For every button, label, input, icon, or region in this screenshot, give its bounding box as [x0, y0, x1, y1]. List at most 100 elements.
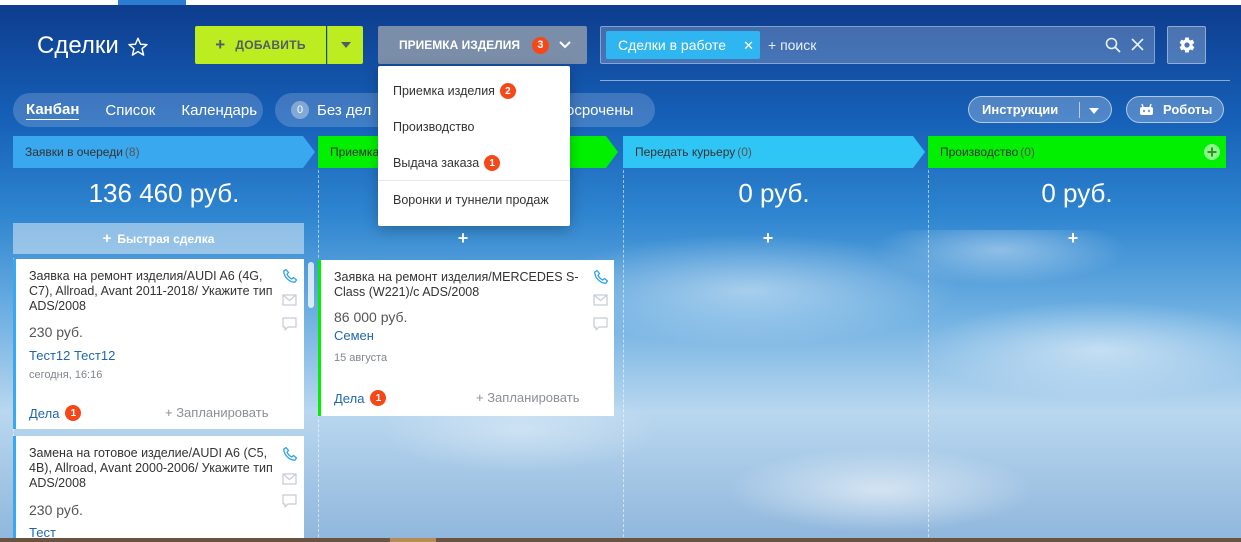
column-header-shape-2b	[570, 136, 618, 168]
add-dropdown-button[interactable]	[327, 26, 363, 64]
phone-icon[interactable]	[593, 269, 609, 285]
caret-down-icon[interactable]	[1089, 108, 1099, 114]
quick-deal-button[interactable]: + Быстрая сделка	[13, 223, 304, 254]
menu-item-badge: 1	[484, 155, 501, 171]
column-header-courier[interactable]: Передать курьеру (0)	[623, 136, 913, 168]
filter-search-bar[interactable]: Сделки в работе ✕ + поиск	[600, 26, 1155, 64]
robots-button[interactable]: Роботы	[1126, 96, 1224, 123]
menu-divider	[378, 180, 570, 181]
menu-item-label: Производство	[393, 120, 475, 134]
menu-item-production[interactable]: Производство	[393, 120, 475, 134]
add-column-icon[interactable]	[1203, 143, 1221, 161]
column-header-acceptance[interactable]: Приемка	[318, 136, 378, 168]
chat-icon[interactable]	[282, 317, 297, 331]
settings-button[interactable]	[1167, 26, 1206, 64]
tasks-label: Дела	[334, 390, 365, 406]
column-title: Передать курьеру	[635, 145, 736, 159]
tab-calendar[interactable]: Календарь	[181, 102, 257, 119]
column-scrollbar[interactable]	[308, 262, 314, 308]
overdue-filter[interactable]: осрочены	[566, 102, 633, 119]
menu-item-sales-funnels[interactable]: Воронки и туннели продаж	[393, 193, 549, 207]
chevron-down-icon	[559, 41, 571, 49]
search-icon[interactable]	[1105, 37, 1121, 53]
menu-item-acceptance[interactable]: Приемка изделия 2	[393, 83, 516, 99]
page-title: Сделки	[37, 32, 119, 59]
tasks-label: Дела	[29, 405, 60, 421]
schedule-button[interactable]: + Запланировать	[476, 390, 579, 405]
filter-chip-label: Сделки в работе	[618, 37, 727, 53]
chat-icon[interactable]	[593, 317, 608, 331]
star-icon[interactable]	[127, 36, 149, 58]
deal-card[interactable]: Замена на готовое изделие/AUDI A6 (C5, 4…	[13, 436, 304, 542]
menu-item-order-delivery[interactable]: Выдача заказа 1	[393, 155, 501, 171]
quick-deal-label: Быстрая сделка	[117, 231, 215, 246]
mail-icon[interactable]	[282, 294, 297, 306]
instructions-button[interactable]: Инструкции	[968, 96, 1112, 123]
pipeline-dropdown-menu: Приемка изделия 2 Производство Выдача за…	[378, 66, 570, 226]
column-title: Заявки в очереди	[25, 145, 123, 159]
deal-tasks[interactable]: Дела 1	[334, 390, 387, 406]
column-title: Производство	[940, 145, 1019, 159]
deal-date: сегодня, 16:16	[29, 369, 103, 381]
menu-item-label: Выдача заказа	[393, 156, 480, 170]
add-deal-button[interactable]: +	[928, 228, 1218, 249]
column-header-production[interactable]: Производство (0)	[928, 136, 1218, 168]
tab-list[interactable]: Список	[105, 102, 155, 119]
column-title: Приемка	[330, 145, 378, 159]
column-header-queue[interactable]: Заявки в очереди (8)	[13, 136, 303, 168]
plus-icon: +	[215, 35, 226, 54]
close-icon[interactable]	[1131, 38, 1144, 51]
menu-item-label: Воронки и туннели продаж	[393, 193, 549, 207]
pipeline-selector-button[interactable]: ПРИЕМКА ИЗДЕЛИЯ 3	[378, 26, 587, 64]
plus-icon: +	[102, 230, 112, 247]
deal-client[interactable]: Тест12 Тест12	[29, 348, 115, 363]
deal-tasks[interactable]: Дела 1	[29, 405, 82, 421]
deal-price: 230 руб.	[29, 502, 83, 518]
column-sum: 0 руб.	[1041, 178, 1113, 208]
bottom-strip	[0, 538, 1241, 542]
no-tasks-count[interactable]: 0	[291, 101, 309, 119]
mail-icon[interactable]	[282, 473, 297, 485]
mail-icon[interactable]	[593, 294, 608, 306]
robots-label: Роботы	[1163, 102, 1213, 117]
deal-card[interactable]: Заявка на ремонт изделия/AUDI A6 (4G, C7…	[13, 259, 304, 429]
deal-title[interactable]: Заявка на ремонт изделия/AUDI A6 (4G, C7…	[29, 269, 275, 314]
pipeline-label: ПРИЕМКА ИЗДЕЛИЯ	[399, 38, 520, 52]
add-deal-button[interactable]: +	[318, 228, 608, 249]
gear-icon	[1179, 37, 1194, 53]
menu-item-badge: 2	[499, 83, 516, 99]
tasks-badge: 1	[65, 405, 82, 421]
tasks-badge: 1	[370, 390, 387, 406]
column-count: (0)	[1020, 145, 1035, 159]
deal-price: 86 000 руб.	[334, 309, 408, 325]
deal-card[interactable]: Заявка на ремонт изделия/MERCEDES S-Clas…	[318, 260, 614, 416]
tab-kanban[interactable]: Канбан	[26, 101, 80, 120]
search-input[interactable]: + поиск	[768, 37, 816, 53]
column-count: (0)	[737, 145, 752, 159]
filter-chip[interactable]: Сделки в работе ✕	[606, 31, 760, 59]
column-sum: 136 460 руб.	[88, 178, 240, 208]
add-deal-button[interactable]: +	[623, 228, 913, 249]
top-strip	[0, 0, 1241, 5]
instructions-label: Инструкции	[982, 102, 1059, 117]
header-divider	[600, 80, 1230, 81]
chip-remove-icon[interactable]: ✕	[743, 38, 754, 54]
add-button[interactable]: + ДОБАВИТЬ	[195, 26, 326, 64]
add-button-label: ДОБАВИТЬ	[235, 38, 306, 52]
menu-item-label: Приемка изделия	[393, 84, 495, 98]
pipeline-counter-badge: 3	[531, 36, 549, 54]
chat-icon[interactable]	[282, 494, 297, 508]
robot-icon	[1140, 103, 1153, 115]
caret-down-icon	[340, 42, 351, 48]
column-separator	[623, 170, 624, 542]
deal-client[interactable]: Семен	[334, 328, 374, 343]
no-tasks-filter[interactable]: Без дел	[317, 102, 371, 119]
phone-icon[interactable]	[282, 268, 298, 284]
deal-title[interactable]: Замена на готовое изделие/AUDI A6 (C5, 4…	[29, 446, 275, 491]
deal-date: 15 августа	[334, 352, 388, 364]
column-sum: 0 руб.	[738, 178, 810, 208]
schedule-button[interactable]: + Запланировать	[165, 405, 268, 420]
column-separator	[928, 170, 929, 542]
deal-title[interactable]: Заявка на ремонт изделия/MERCEDES S-Clas…	[334, 270, 584, 300]
phone-icon[interactable]	[282, 446, 298, 462]
